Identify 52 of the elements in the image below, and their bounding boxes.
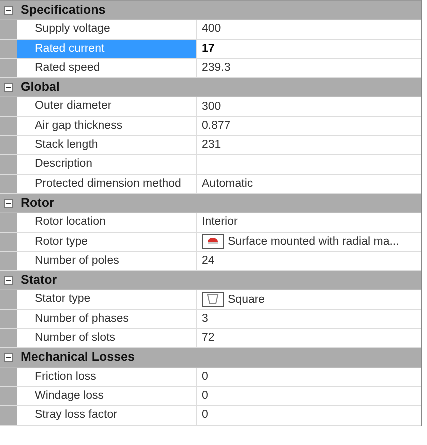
- row-gutter: [0, 40, 17, 58]
- property-value[interactable]: Interior: [202, 213, 238, 232]
- property-value[interactable]: 17: [202, 40, 215, 58]
- property-label[interactable]: Stack length: [17, 136, 197, 154]
- row-gutter: [0, 116, 17, 136]
- property-value[interactable]: 0.877: [202, 116, 231, 135]
- property-value[interactable]: Square: [228, 290, 266, 309]
- property-label[interactable]: Stator type: [17, 290, 197, 309]
- collapse-toggle[interactable]: [4, 352, 13, 362]
- property-value[interactable]: 400: [202, 20, 222, 38]
- property-value[interactable]: 24: [202, 252, 215, 270]
- property-value[interactable]: 0: [202, 387, 208, 406]
- property-label[interactable]: Friction loss: [17, 368, 197, 386]
- category-title: Mechanical Losses: [20, 349, 135, 366]
- row-gutter: [0, 310, 17, 328]
- property-label[interactable]: Stray loss factor: [17, 406, 197, 425]
- category-title: Stator: [20, 272, 58, 290]
- category-title: Rotor: [20, 194, 54, 212]
- property-label[interactable]: Outer diameter: [17, 97, 197, 116]
- row-gutter: [0, 136, 17, 154]
- row-gutter: [0, 406, 17, 425]
- property-value[interactable]: 0: [202, 406, 208, 424]
- property-value[interactable]: 300: [202, 98, 222, 116]
- collapse-toggle[interactable]: [4, 82, 13, 92]
- category-title: Specifications: [20, 2, 106, 19]
- property-value[interactable]: 239.3: [202, 59, 231, 78]
- collapse-toggle[interactable]: [4, 6, 13, 15]
- collapse-toggle[interactable]: [4, 276, 13, 285]
- property-label[interactable]: Rotor location: [17, 213, 197, 232]
- property-value[interactable]: 3: [202, 310, 208, 328]
- property-label[interactable]: Air gap thickness: [17, 116, 197, 136]
- property-label[interactable]: Protected dimension method: [17, 174, 197, 193]
- property-label[interactable]: Number of phases: [17, 310, 197, 328]
- property-label[interactable]: Windage loss: [17, 386, 197, 406]
- property-label[interactable]: Number of poles: [17, 252, 197, 270]
- rotor-magnet-icon: [202, 234, 224, 250]
- property-label[interactable]: Rated speed: [17, 58, 197, 78]
- property-value[interactable]: 72: [202, 329, 215, 348]
- trapezoid-slot-icon: [202, 292, 224, 308]
- property-label[interactable]: Number of slots: [17, 329, 197, 348]
- row-gutter: [0, 155, 17, 174]
- collapse-toggle[interactable]: [4, 198, 13, 208]
- property-value[interactable]: 231: [202, 136, 222, 154]
- row-gutter: [0, 232, 17, 251]
- category-title: Global: [20, 79, 60, 96]
- row-gutter: [0, 386, 17, 406]
- property-label[interactable]: Rotor type: [17, 232, 197, 251]
- property-label[interactable]: Supply voltage: [17, 20, 197, 39]
- property-value[interactable]: Surface mounted with radial ma...: [228, 232, 400, 251]
- property-value[interactable]: Automatic: [202, 174, 254, 193]
- property-label[interactable]: Description: [17, 155, 197, 174]
- property-value[interactable]: 0: [202, 368, 208, 386]
